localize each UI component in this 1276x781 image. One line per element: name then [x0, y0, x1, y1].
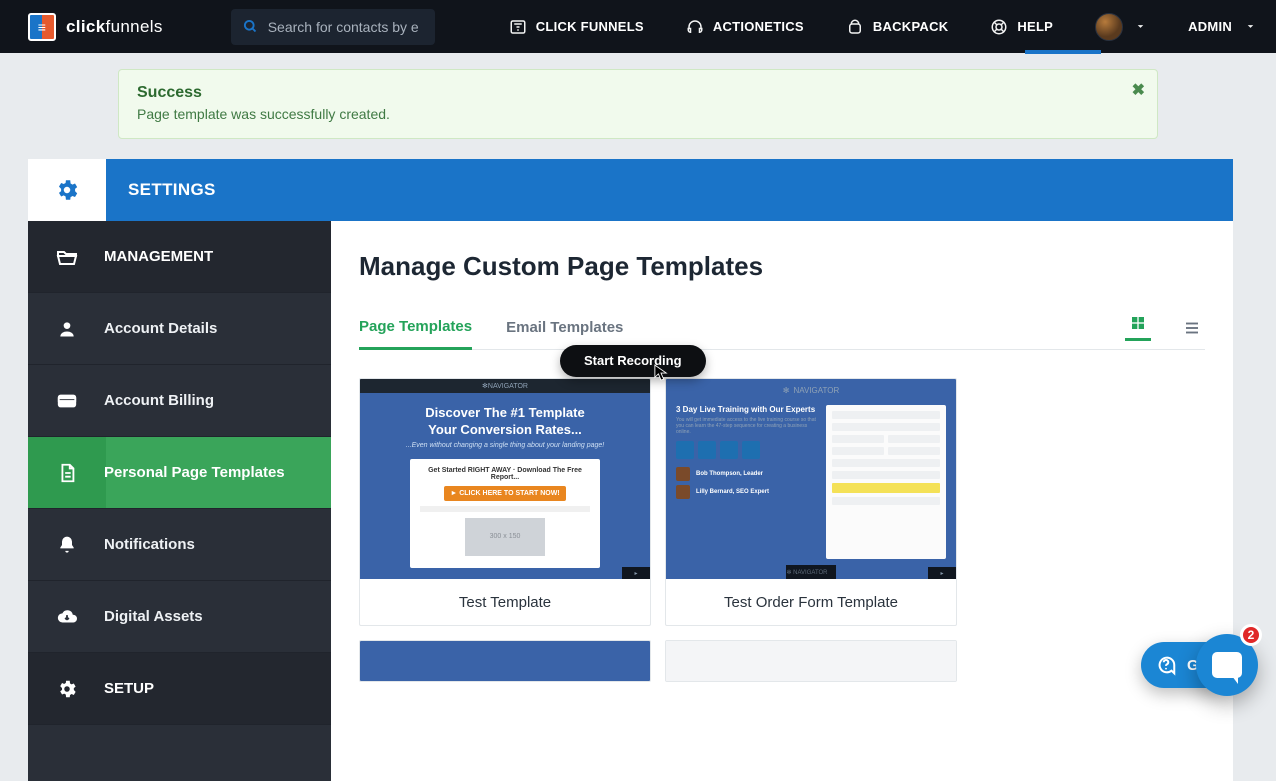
folder-open-icon: [52, 245, 82, 269]
start-recording-tooltip[interactable]: Start Recording: [560, 345, 706, 377]
view-grid-button[interactable]: [1125, 315, 1151, 341]
sidebar-item-digital-assets[interactable]: Digital Assets: [28, 581, 331, 653]
search-icon: [243, 19, 258, 34]
template-card[interactable]: ✻ NAVIGATOR Discover The #1 TemplateYour…: [359, 378, 651, 626]
tab-email-templates[interactable]: Email Templates: [506, 306, 623, 349]
lifebuoy-icon: [990, 18, 1008, 36]
admin-menu[interactable]: ADMIN: [1176, 0, 1256, 53]
template-thumbnail: ✻ NAVIGATOR 3 Day Live Training with Our…: [666, 379, 956, 579]
account-menu[interactable]: [1083, 0, 1158, 53]
top-nav: ≡ clickfunnels CLICK FUNNELS ACTIONETICS…: [0, 0, 1276, 53]
avatar: [1095, 13, 1123, 41]
nav-help[interactable]: HELP: [978, 0, 1065, 53]
template-name: Test Order Form Template: [666, 579, 956, 625]
chat-question-icon: [1155, 654, 1177, 676]
brand-logo[interactable]: ≡ clickfunnels: [28, 13, 163, 41]
page-title: Manage Custom Page Templates: [359, 251, 1205, 282]
credit-card-icon: [52, 390, 82, 412]
sidebar-item-account-billing[interactable]: Account Billing: [28, 365, 331, 437]
alert-title: Success: [137, 84, 1139, 102]
logo-mark-icon: ≡: [28, 13, 56, 41]
gear-icon: [52, 678, 82, 700]
main-shell: MANAGEMENT Account Details Account Billi…: [28, 221, 1233, 781]
success-alert: Success Page template was successfully c…: [118, 69, 1158, 139]
alert-message: Page template was successfully created.: [137, 106, 1139, 122]
grid-icon: [1130, 315, 1146, 331]
template-card[interactable]: ✻ NAVIGATOR 3 Day Live Training with Our…: [665, 378, 957, 626]
template-thumbnail: [666, 641, 956, 682]
settings-banner: SETTINGS: [28, 159, 1233, 221]
user-icon: [52, 319, 82, 339]
settings-title: SETTINGS: [128, 180, 216, 200]
sidebar: MANAGEMENT Account Details Account Billi…: [28, 221, 331, 781]
sidebar-item-page-templates[interactable]: Personal Page Templates: [28, 437, 331, 509]
template-name: Test Template: [360, 579, 650, 625]
sidebar-heading-setup[interactable]: SETUP: [28, 653, 331, 725]
unread-badge: 2: [1240, 624, 1262, 646]
view-list-button[interactable]: [1179, 315, 1205, 341]
funnel-icon: [509, 18, 527, 36]
sidebar-item-notifications[interactable]: Notifications: [28, 509, 331, 581]
tab-page-templates[interactable]: Page Templates: [359, 307, 472, 350]
alert-close-button[interactable]: ✖: [1132, 80, 1145, 100]
chat-bubble-icon: [1212, 652, 1242, 678]
template-card[interactable]: [665, 640, 957, 682]
bell-icon: [52, 535, 82, 555]
tab-bar: Page Templates Email Templates: [359, 306, 1205, 350]
backpack-icon: [846, 18, 864, 36]
template-thumbnail: ✻ NAVIGATOR Discover The #1 TemplateYour…: [360, 379, 650, 579]
template-card[interactable]: [359, 640, 651, 682]
sidebar-item-account-details[interactable]: Account Details: [28, 293, 331, 365]
mouse-cursor-icon: [654, 364, 668, 382]
search-input[interactable]: [268, 19, 423, 35]
template-grid: ✻ NAVIGATOR Discover The #1 TemplateYour…: [359, 378, 1205, 682]
global-search[interactable]: [231, 9, 435, 45]
active-nav-indicator: [1025, 50, 1101, 54]
cloud-download-icon: [52, 606, 82, 628]
chevron-down-icon: [1245, 21, 1256, 32]
nav-backpack[interactable]: BACKPACK: [834, 0, 961, 53]
nav-actionetics[interactable]: ACTIONETICS: [674, 0, 816, 53]
list-icon: [1183, 319, 1201, 337]
sidebar-heading-management[interactable]: MANAGEMENT: [28, 221, 331, 293]
template-thumbnail: [360, 641, 650, 682]
content-area: Manage Custom Page Templates Page Templa…: [331, 221, 1233, 781]
document-icon: [52, 462, 82, 484]
settings-icon: [28, 159, 106, 221]
nav-click-funnels[interactable]: CLICK FUNNELS: [497, 0, 656, 53]
chevron-down-icon: [1135, 21, 1146, 32]
headset-icon: [686, 18, 704, 36]
